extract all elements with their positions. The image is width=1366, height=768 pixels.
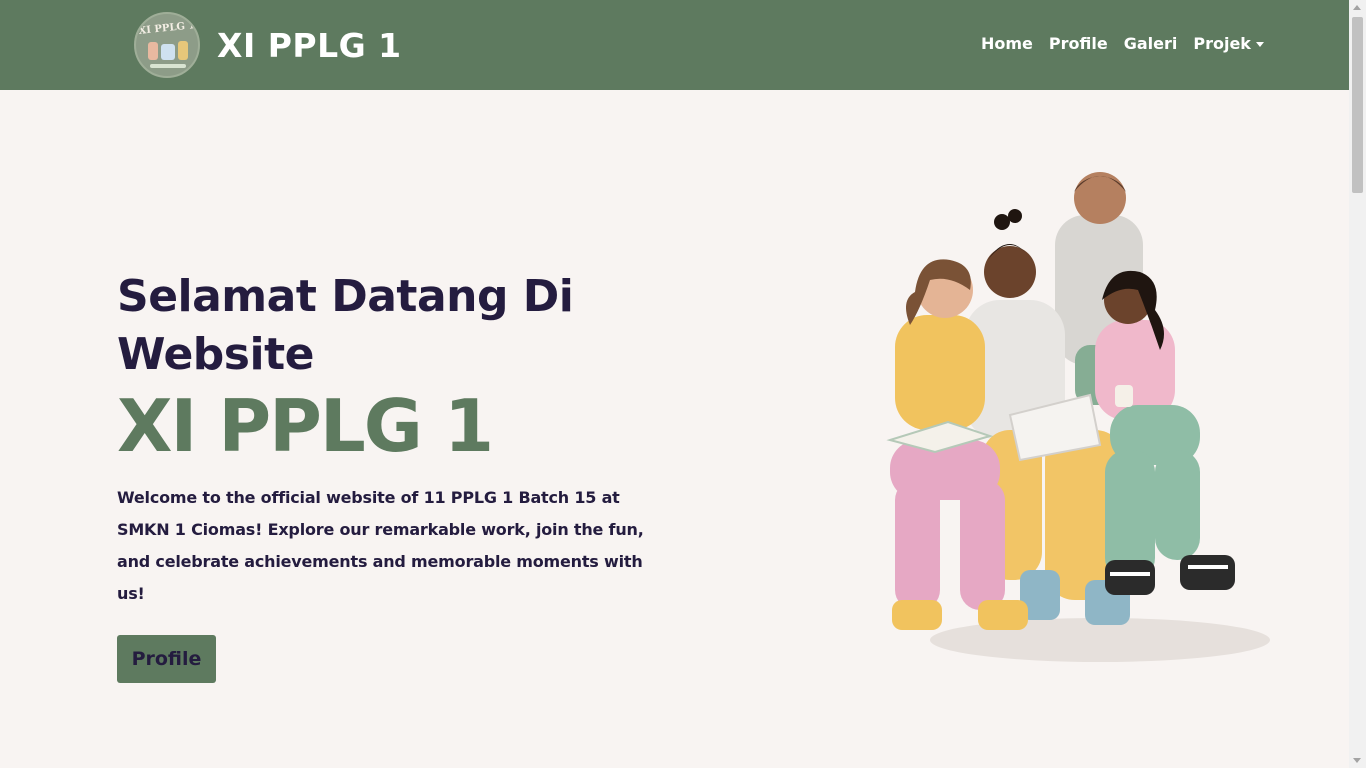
hero-description: Welcome to the official website of 11 PP… (117, 488, 644, 603)
scroll-down-icon[interactable] (1353, 758, 1361, 763)
nav-link-profile[interactable]: Profile (1049, 33, 1108, 55)
logo-icon[interactable]: XI PPLG 1 (134, 12, 200, 78)
scrollbar[interactable] (1349, 0, 1366, 768)
logo-text: XI PPLG 1 (138, 20, 196, 37)
scroll-thumb[interactable] (1352, 17, 1363, 193)
hero-heading: Selamat Datang Di Website (117, 271, 574, 380)
chevron-down-icon (1255, 41, 1264, 47)
nav-link-home[interactable]: Home (981, 33, 1033, 55)
nav-menu: Home Profile Galeri Projek (981, 33, 1264, 55)
navbar: XI PPLG 1 XI PPLG 1 Home Profile Galeri … (0, 0, 1349, 90)
nav-dropdown-projek[interactable]: Projek (1193, 33, 1264, 55)
profile-button[interactable]: Profile (117, 635, 216, 683)
hero-brand-title: XI PPLG 1 (117, 384, 494, 468)
hero-section: Selamat Datang Di Website XI PPLG 1 Welc… (117, 268, 677, 683)
nav-dropdown-label: Projek (1193, 34, 1251, 53)
nav-link-galeri[interactable]: Galeri (1124, 33, 1178, 55)
students-illustration (870, 160, 1270, 670)
brand-title[interactable]: XI PPLG 1 (217, 26, 402, 65)
brand[interactable]: XI PPLG 1 XI PPLG 1 (134, 12, 402, 78)
scroll-up-icon[interactable] (1353, 5, 1361, 10)
